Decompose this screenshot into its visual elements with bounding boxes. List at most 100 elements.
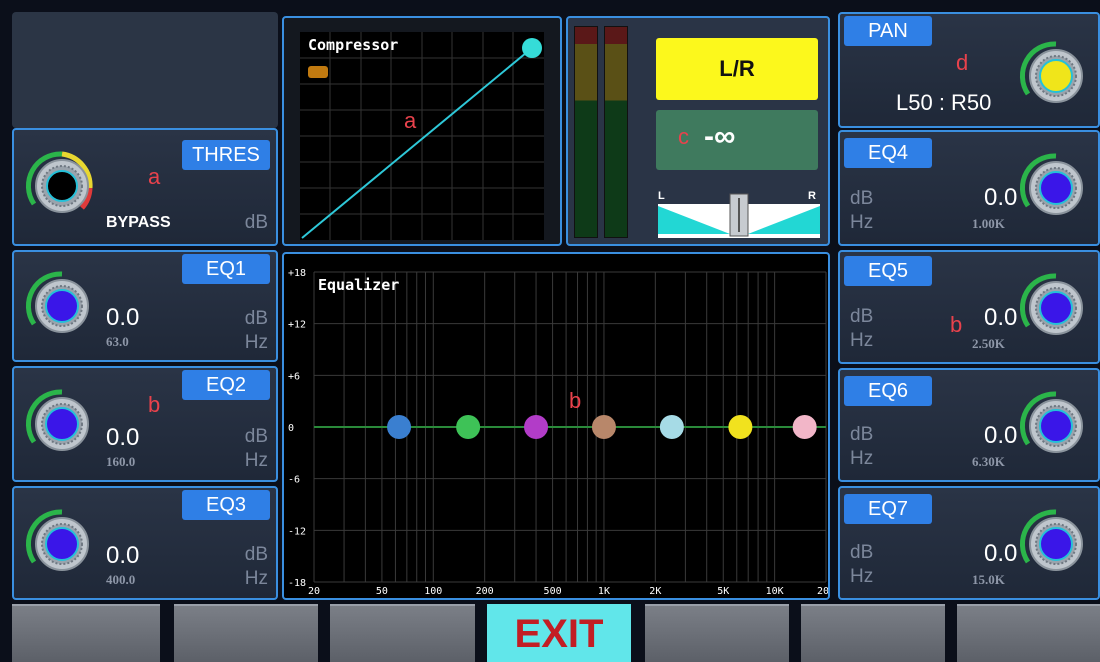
level-display: c -∞ [656, 110, 818, 170]
thres-knob-icon[interactable] [20, 144, 104, 228]
eq2-annotation: b [148, 392, 161, 417]
y-tick-label: -6 [288, 475, 300, 486]
equalizer-title: Equalizer [318, 276, 400, 294]
output-panel[interactable]: L/R c -∞ L R [566, 16, 830, 246]
eq2-tag[interactable]: EQ2 [182, 370, 270, 400]
eq2-db-unit: dB [244, 426, 268, 447]
eq3-panel[interactable]: EQ3 0.0 400.0 dB Hz [12, 486, 278, 600]
eq7-hz-unit: Hz [850, 566, 874, 587]
eq6-db-unit: dB [850, 424, 874, 445]
eq5-freq: 2.50K [972, 336, 1005, 351]
eq6-gain: 0.0 [984, 422, 1018, 449]
eq7-panel[interactable]: EQ7 dB Hz 0.0 15.0K [838, 486, 1100, 600]
x-tick-label: 100 [424, 586, 442, 597]
compressor-panel[interactable]: Compressor a [282, 16, 562, 246]
y-tick-label: +6 [288, 371, 300, 382]
bottom-button-1[interactable] [12, 604, 160, 662]
eq7-knob-icon[interactable] [1014, 502, 1098, 586]
eq5-band-handle[interactable] [659, 415, 684, 439]
eq6-knob-icon[interactable] [1014, 384, 1098, 468]
equalizer-panel[interactable]: +18 +12 +6 0 -6 -12 -18 20 50 100 200 500 1K 2K 5K 10K 2… [282, 252, 830, 600]
exit-button[interactable]: EXIT [487, 604, 631, 662]
eq2-gain: 0.0 [106, 424, 140, 451]
eq6-tag[interactable]: EQ6 [844, 376, 932, 406]
eq4-tag[interactable]: EQ4 [844, 138, 932, 168]
x-tick-label: 10K [766, 586, 784, 597]
thres-panel[interactable]: THRES a BYPASS dB [12, 128, 278, 246]
x-tick-label: 500 [544, 586, 562, 597]
eq1-tag[interactable]: EQ1 [182, 254, 270, 284]
eq7-band-handle[interactable] [792, 415, 817, 439]
eq1-band-handle[interactable] [387, 415, 412, 439]
meter-right [604, 26, 628, 238]
eq1-db-unit: dB [244, 308, 268, 329]
compressor-graph[interactable] [300, 32, 544, 240]
pan-annotation: d [956, 50, 969, 75]
eq3-hz-unit: Hz [244, 568, 268, 589]
eq4-gain: 0.0 [984, 184, 1018, 211]
thres-unit: dB [244, 212, 268, 233]
eq1-freq: 63.0 [106, 334, 129, 349]
eq1-hz-unit: Hz [244, 332, 268, 353]
thres-annotation: a [148, 164, 161, 189]
pan-knob-icon[interactable] [1014, 34, 1098, 118]
x-tick-label: 2K [649, 586, 661, 597]
level-value: -∞ [704, 120, 736, 153]
bottom-button-3[interactable] [330, 604, 475, 662]
bottom-button-2[interactable] [174, 604, 318, 662]
eq1-gain: 0.0 [106, 304, 140, 331]
compressor-annotation: a [404, 108, 417, 133]
eq5-annotation: b [950, 312, 963, 337]
bottom-button-5[interactable] [645, 604, 789, 662]
pan-value: L50 : R50 [896, 90, 992, 115]
y-tick-label: +18 [288, 268, 306, 279]
eq6-panel[interactable]: EQ6 dB Hz 0.0 6.30K [838, 368, 1100, 482]
eq4-band-handle[interactable] [591, 415, 616, 439]
eq5-hz-unit: Hz [850, 330, 874, 351]
eq4-hz-unit: Hz [850, 212, 874, 233]
eq3-band-handle[interactable] [524, 415, 549, 439]
eq6-freq: 6.30K [972, 454, 1005, 469]
eq5-gain: 0.0 [984, 304, 1018, 331]
bottom-button-7[interactable] [957, 604, 1100, 662]
eq2-freq: 160.0 [106, 454, 136, 469]
eq5-db-unit: dB [850, 306, 874, 327]
x-tick-label: 20 [308, 586, 320, 597]
x-tick-label: 50 [376, 586, 388, 597]
bypass-label: BYPASS [106, 214, 171, 231]
pan-tag[interactable]: PAN [844, 16, 932, 46]
pan-panel[interactable]: PAN d L50 : R50 [838, 12, 1100, 128]
bottom-button-6[interactable] [801, 604, 945, 662]
eq5-knob-icon[interactable] [1014, 266, 1098, 350]
eq6-band-handle[interactable] [728, 415, 753, 439]
eq1-knob-icon[interactable] [20, 264, 104, 348]
eq3-knob-icon[interactable] [20, 502, 104, 586]
pan-slider[interactable]: L R [658, 190, 820, 238]
eq3-gain: 0.0 [106, 542, 140, 569]
y-tick-label: +12 [288, 320, 306, 331]
x-tick-label: 20K [817, 586, 828, 597]
compressor-title: Compressor [308, 36, 399, 54]
x-tick-label: 5K [717, 586, 729, 597]
eq5-panel[interactable]: EQ5 dB Hz b 0.0 2.50K [838, 250, 1100, 364]
eq7-gain: 0.0 [984, 540, 1018, 567]
thres-tag[interactable]: THRES [182, 140, 270, 170]
equalizer-annotation: b [569, 388, 582, 413]
eq4-panel[interactable]: EQ4 dB Hz 0.0 1.00K [838, 130, 1100, 246]
equalizer-graph[interactable]: +18 +12 +6 0 -6 -12 -1820 50 100 200 500 1K 2K 5K 10K 2… [284, 254, 828, 598]
eq6-hz-unit: Hz [850, 448, 874, 469]
eq4-knob-icon[interactable] [1014, 146, 1098, 230]
compressor-threshold-handle[interactable] [522, 38, 542, 58]
y-tick-label: 0 [288, 423, 294, 434]
eq2-knob-icon[interactable] [20, 382, 104, 466]
eq3-tag[interactable]: EQ3 [182, 490, 270, 520]
eq2-panel[interactable]: EQ2 b 0.0 160.0 dB Hz [12, 366, 278, 482]
eq2-band-handle[interactable] [456, 415, 481, 439]
x-tick-label: 1K [598, 586, 610, 597]
eq1-panel[interactable]: EQ1 0.0 63.0 dB Hz [12, 250, 278, 362]
y-tick-label: -12 [288, 526, 306, 537]
eq4-db-unit: dB [850, 188, 874, 209]
route-button[interactable]: L/R [656, 38, 818, 100]
eq5-tag[interactable]: EQ5 [844, 256, 932, 286]
eq7-tag[interactable]: EQ7 [844, 494, 932, 524]
